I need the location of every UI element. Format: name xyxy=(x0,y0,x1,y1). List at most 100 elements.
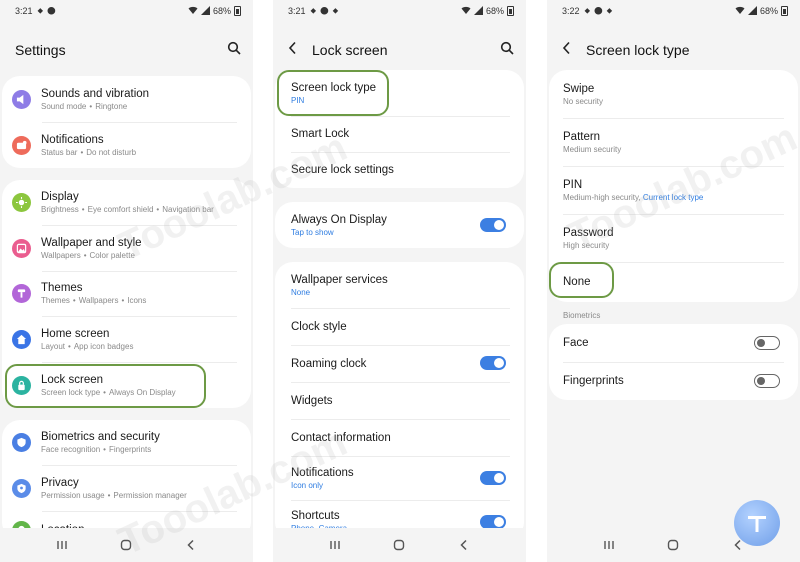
item-sub: Do not disturb xyxy=(86,147,137,157)
lock-screen-header: Lock screen xyxy=(273,36,526,64)
settings-item-themes[interactable]: Themes Themes • Wallpapers • Icons xyxy=(2,271,251,316)
lock-group-aod: Always On Display Tap to show xyxy=(275,202,524,248)
status-notification-icons: ⬥ ⬤ ⬥ xyxy=(310,6,340,15)
status-time: 3:22 xyxy=(562,6,580,16)
item-title: Wallpaper and style xyxy=(41,236,142,249)
item-title: Biometrics and security xyxy=(41,431,160,443)
option-pattern[interactable]: Pattern Medium security xyxy=(549,118,798,166)
navigation-bar xyxy=(273,528,526,562)
home-button-icon[interactable] xyxy=(391,537,407,553)
option-title: Password xyxy=(563,226,614,239)
settings-item-display[interactable]: Display Brightness • Eye comfort shield • Na… xyxy=(2,180,251,225)
divider xyxy=(291,500,510,501)
themes-icon xyxy=(12,284,31,303)
item-title: Home screen xyxy=(41,327,110,340)
highlight-none-option xyxy=(549,262,614,298)
settings-item-biometrics[interactable]: Biometrics and security Face recognition… xyxy=(2,420,251,465)
lock-screen-settings: 3:21 ⬥ ⬤ ⬥ 68% Lock screen Screen lock t… xyxy=(273,0,526,562)
settings-item-privacy[interactable]: Privacy Permission usage • Permission mana… xyxy=(2,465,251,511)
item-sub: Ringtone xyxy=(95,101,128,111)
item-title: Smart Lock xyxy=(291,128,350,140)
settings-item-home-screen[interactable]: Home screen Layout • App icon badges xyxy=(2,316,251,362)
item-smart-lock[interactable]: Smart Lock xyxy=(275,116,524,152)
roaming-clock-toggle[interactable] xyxy=(480,356,506,370)
page-title: Screen lock type xyxy=(586,42,690,58)
item-sub: Face recognition xyxy=(41,445,101,454)
item-wallpaper-services[interactable]: Wallpaper services None xyxy=(275,262,524,308)
option-title: Swipe xyxy=(563,82,595,95)
settings-item-sounds[interactable]: Sounds and vibration Sound mode • Ringtone xyxy=(2,76,251,122)
settings-item-wallpaper[interactable]: Wallpaper and style Wallpapers • Color pal… xyxy=(2,225,251,271)
item-title: Notifications xyxy=(41,133,104,146)
status-notification-icons: ⬥ ⬤ xyxy=(37,6,57,15)
item-title: Clock style xyxy=(291,320,347,333)
item-widgets[interactable]: Widgets xyxy=(275,382,524,419)
settings-item-notifications[interactable]: Notifications Status bar • Do not disturb xyxy=(2,122,251,168)
sun-icon xyxy=(12,193,31,212)
settings-group-sound: Sounds and vibration Sound mode • Ringtone… xyxy=(2,76,251,168)
item-title: Roaming clock xyxy=(291,357,367,370)
search-icon[interactable] xyxy=(227,41,241,60)
item-sub: Sound mode xyxy=(41,101,87,111)
tooolab-logo xyxy=(734,500,780,546)
search-icon[interactable] xyxy=(500,41,514,60)
item-contact-information[interactable]: Contact information xyxy=(275,419,524,456)
screen-lock-type-header: Screen lock type xyxy=(547,36,800,64)
option-sub: Medium security xyxy=(563,144,622,154)
item-sub: Wallpapers xyxy=(78,296,119,305)
back-arrow-icon[interactable] xyxy=(288,41,312,60)
recents-icon[interactable] xyxy=(327,537,343,553)
biometric-face[interactable]: Face xyxy=(549,324,798,362)
item-sub: Brightness xyxy=(41,205,79,214)
item-sub: Icons xyxy=(127,296,147,305)
status-bar: 3:21 ⬥ ⬤ 68% xyxy=(0,0,253,22)
home-icon xyxy=(12,329,31,349)
status-time: 3:21 xyxy=(15,6,33,16)
signal-icon xyxy=(747,5,757,17)
signal-icon xyxy=(200,5,210,17)
divider xyxy=(42,511,237,512)
item-sub: Permission manager xyxy=(113,490,187,500)
fingerprints-toggle[interactable] xyxy=(754,374,780,388)
shortcuts-toggle[interactable] xyxy=(480,515,506,529)
aod-toggle[interactable] xyxy=(480,218,506,232)
option-title: PIN xyxy=(563,178,583,191)
face-toggle[interactable] xyxy=(754,336,780,350)
recents-icon[interactable] xyxy=(54,537,70,553)
status-notification-icons: ⬥ ⬤ ⬥ xyxy=(584,6,614,15)
biometric-fingerprints[interactable]: Fingerprints xyxy=(549,362,798,400)
item-title: Shortcuts xyxy=(291,510,340,522)
highlight-screen-lock-type xyxy=(277,70,389,116)
item-always-on-display[interactable]: Always On Display Tap to show xyxy=(275,202,524,248)
home-button-icon[interactable] xyxy=(665,537,681,553)
recents-icon[interactable] xyxy=(601,537,617,553)
option-sub: No security xyxy=(563,96,604,106)
item-title: Themes xyxy=(41,282,83,294)
item-title: Widgets xyxy=(291,394,333,407)
speaker-icon xyxy=(12,89,31,109)
option-swipe[interactable]: Swipe No security xyxy=(549,70,798,118)
item-notifications[interactable]: Notifications Icon only xyxy=(275,456,524,500)
back-nav-icon[interactable] xyxy=(183,537,199,553)
item-roaming-clock[interactable]: Roaming clock xyxy=(275,345,524,382)
battery-percent: 68% xyxy=(485,6,504,16)
battery-percent: 68% xyxy=(759,6,778,16)
status-time: 3:21 xyxy=(288,6,306,16)
item-secure-lock-settings[interactable]: Secure lock settings xyxy=(275,152,524,188)
battery-icon xyxy=(507,6,514,16)
notifications-toggle[interactable] xyxy=(480,471,506,485)
notification-icon xyxy=(12,135,31,155)
item-sub: Permission usage xyxy=(41,490,105,500)
page-title: Settings xyxy=(15,42,66,58)
back-arrow-icon[interactable] xyxy=(562,41,586,60)
biometrics-group: Face Fingerprints xyxy=(549,324,798,400)
option-pin[interactable]: PIN Medium-high security, Current lock t… xyxy=(549,166,798,214)
battery-icon xyxy=(234,6,241,16)
wallpaper-icon xyxy=(12,238,31,258)
option-password[interactable]: Password High security xyxy=(549,214,798,262)
back-nav-icon[interactable] xyxy=(456,537,472,553)
item-sub: Color palette xyxy=(89,250,135,260)
lock-group-customize: Wallpaper services None Clock style Roam… xyxy=(275,262,524,540)
home-button-icon[interactable] xyxy=(118,537,134,553)
item-clock-style[interactable]: Clock style xyxy=(275,308,524,345)
